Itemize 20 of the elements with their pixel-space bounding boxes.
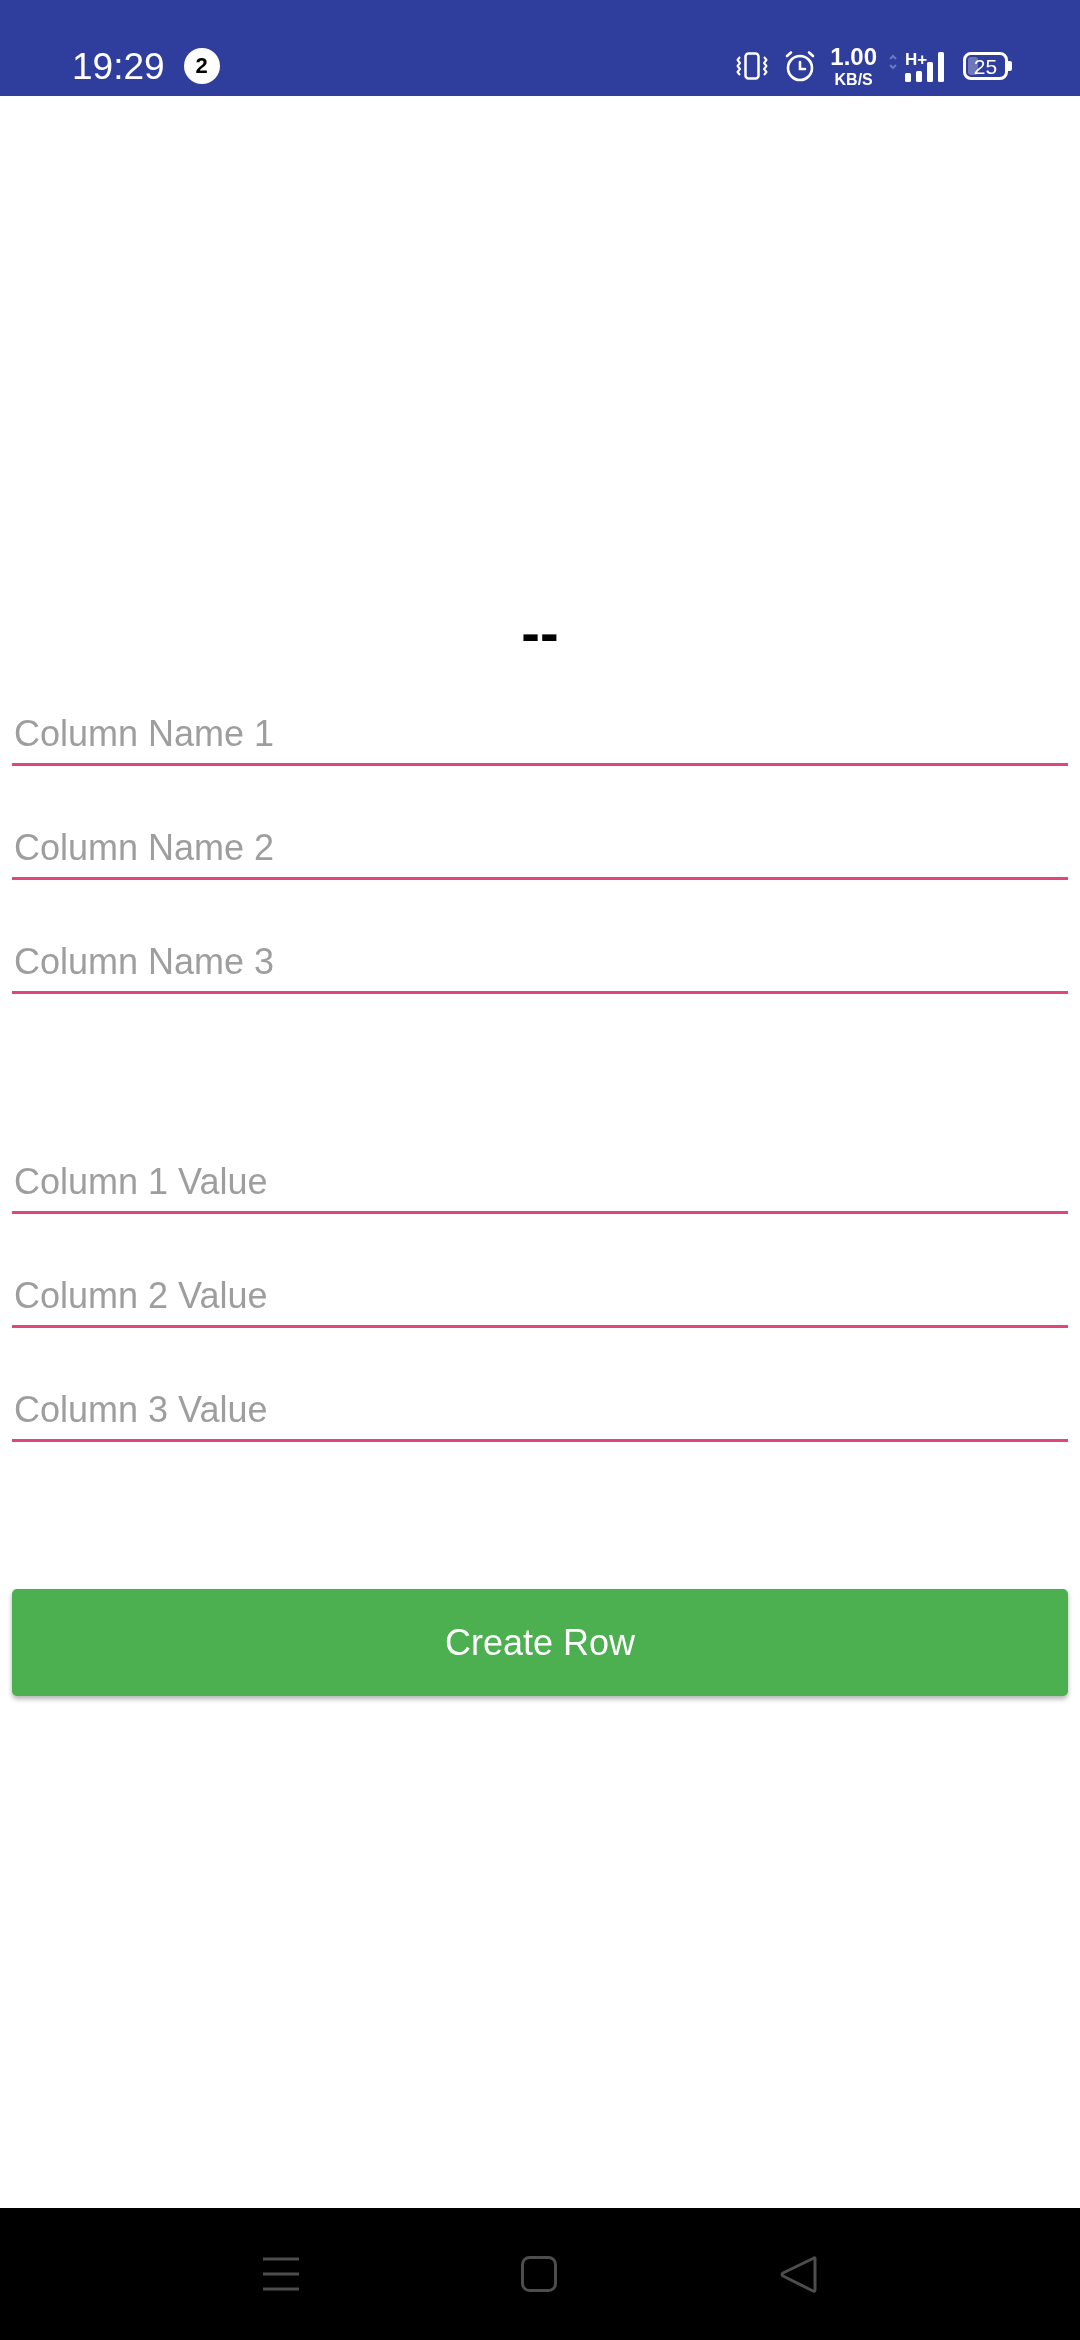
title-text: -- <box>521 605 559 661</box>
vibrate-icon <box>736 52 769 80</box>
back-icon[interactable] <box>779 2254 817 2294</box>
data-activity-icon <box>889 54 897 70</box>
input-field[interactable]: Column Name 3 <box>12 922 1068 994</box>
input-field[interactable]: Column Name 2 <box>12 808 1068 880</box>
network-speed-value: 1.00 <box>830 44 877 69</box>
notification-badge: 2 <box>183 48 220 84</box>
battery-indicator: 25 <box>963 52 1012 80</box>
input-field[interactable]: Column 1 Value <box>12 1142 1068 1214</box>
alarm-clock-icon <box>785 50 816 82</box>
mobile-signal-indicator: H+ <box>905 50 945 82</box>
input-field[interactable]: Column Name 1 <box>12 694 1068 766</box>
home-icon[interactable] <box>521 2256 557 2292</box>
status-time: 19:29 <box>72 47 165 85</box>
menu-icon[interactable] <box>263 2257 299 2291</box>
network-speed-unit: KB/S <box>834 71 873 88</box>
input-field[interactable]: Column 3 Value <box>12 1370 1068 1442</box>
create-row-button[interactable]: Create Row <box>12 1589 1068 1696</box>
input-field[interactable]: Column 2 Value <box>12 1256 1068 1328</box>
